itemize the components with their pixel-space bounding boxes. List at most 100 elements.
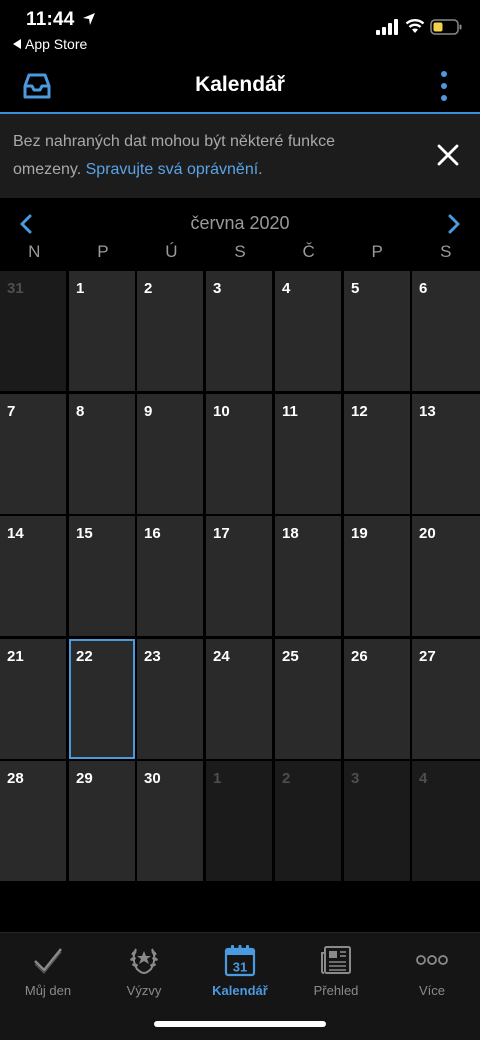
day-number: 1 bbox=[213, 770, 222, 787]
day-number: 4 bbox=[282, 280, 291, 297]
vertical-more-icon[interactable] bbox=[437, 70, 451, 102]
calendar-day-other-month[interactable]: 3 bbox=[344, 761, 410, 881]
manage-permissions-link[interactable]: Spravujte svá oprávnění bbox=[86, 161, 259, 178]
status-time: 11:44 bbox=[26, 9, 75, 30]
calendar-day[interactable]: 27 bbox=[412, 639, 480, 759]
navigation-bar: Kalendář bbox=[0, 58, 480, 112]
banner-message: Bez nahraných dat mohou být některé funk… bbox=[13, 128, 403, 184]
weekday-label: S bbox=[234, 242, 246, 261]
day-number: 24 bbox=[213, 648, 230, 665]
weekday-label: P bbox=[97, 242, 109, 261]
chevron-right-icon[interactable] bbox=[446, 214, 462, 234]
day-number: 16 bbox=[144, 525, 161, 542]
calendar-day-other-month[interactable]: 4 bbox=[412, 761, 480, 881]
day-number: 5 bbox=[351, 280, 360, 297]
day-number: 12 bbox=[351, 403, 368, 420]
location-arrow-icon bbox=[83, 13, 95, 25]
day-number: 6 bbox=[419, 280, 428, 297]
calendar-day[interactable]: 19 bbox=[344, 516, 410, 636]
calendar-day[interactable]: 5 bbox=[344, 271, 410, 391]
day-number: 3 bbox=[351, 770, 360, 787]
calendar-icon-badge: 31 bbox=[233, 960, 247, 975]
weekday-label: Ú bbox=[165, 242, 178, 261]
wifi-icon bbox=[405, 19, 425, 33]
more-dots-icon bbox=[416, 955, 448, 965]
day-number: 11 bbox=[282, 403, 298, 420]
calendar-day-other-month[interactable]: 31 bbox=[0, 271, 66, 391]
tab-more[interactable]: Více bbox=[384, 943, 480, 1003]
calendar-day[interactable]: 24 bbox=[206, 639, 272, 759]
calendar-day[interactable]: 3 bbox=[206, 271, 272, 391]
calendar-day[interactable]: 16 bbox=[137, 516, 203, 636]
day-number: 25 bbox=[282, 648, 299, 665]
calendar-day[interactable]: 8 bbox=[69, 394, 135, 514]
day-number: 7 bbox=[7, 403, 16, 420]
calendar-day[interactable]: 13 bbox=[412, 394, 480, 514]
weekday-label: P bbox=[371, 242, 383, 261]
calendar-day[interactable]: 23 bbox=[137, 639, 203, 759]
calendar-day[interactable]: 20 bbox=[412, 516, 480, 636]
back-to-app-link[interactable]: App Store bbox=[13, 36, 87, 52]
banner-suffix: . bbox=[258, 161, 263, 178]
calendar-day[interactable]: 4 bbox=[275, 271, 341, 391]
calendar-day[interactable]: 29 bbox=[69, 761, 135, 881]
day-number: 2 bbox=[144, 280, 153, 297]
page-title: Kalendář bbox=[195, 73, 285, 96]
calendar-day[interactable]: 10 bbox=[206, 394, 272, 514]
weekday-label: Č bbox=[302, 242, 315, 261]
day-number: 26 bbox=[351, 648, 368, 665]
checkmark-icon bbox=[34, 948, 62, 974]
weekday-label: S bbox=[440, 242, 452, 261]
cellular-signal-icon bbox=[376, 19, 398, 35]
calendar-day[interactable]: 12 bbox=[344, 394, 410, 514]
calendar-day[interactable]: 9 bbox=[137, 394, 203, 514]
day-number: 14 bbox=[7, 525, 24, 542]
day-number: 3 bbox=[213, 280, 222, 297]
laurel-icon bbox=[130, 948, 158, 974]
month-header: června 2020 bbox=[0, 206, 480, 240]
calendar-day[interactable]: 22 bbox=[69, 639, 135, 759]
tab-my-day[interactable]: Můj den bbox=[0, 943, 96, 1003]
calendar-day[interactable]: 1 bbox=[69, 271, 135, 391]
day-number: 4 bbox=[419, 770, 428, 787]
tab-challenges[interactable]: Výzvy bbox=[96, 943, 192, 1003]
calendar-day[interactable]: 7 bbox=[0, 394, 66, 514]
calendar-day[interactable]: 28 bbox=[0, 761, 66, 881]
home-indicator bbox=[154, 1021, 326, 1027]
calendar-icon: 31 bbox=[224, 945, 256, 977]
calendar-day[interactable]: 21 bbox=[0, 639, 66, 759]
calendar-day-other-month[interactable]: 2 bbox=[275, 761, 341, 881]
day-number: 28 bbox=[7, 770, 24, 787]
calendar-day[interactable]: 11 bbox=[275, 394, 341, 514]
day-number: 15 bbox=[76, 525, 93, 542]
tab-label: Přehled bbox=[313, 983, 359, 998]
calendar-day[interactable]: 18 bbox=[275, 516, 341, 636]
calendar-day[interactable]: 30 bbox=[137, 761, 203, 881]
day-number: 30 bbox=[144, 770, 161, 787]
calendar-day[interactable]: 2 bbox=[137, 271, 203, 391]
day-number: 21 bbox=[7, 648, 24, 665]
day-number: 18 bbox=[282, 525, 299, 542]
back-app-label: App Store bbox=[25, 36, 88, 52]
calendar-day[interactable]: 6 bbox=[412, 271, 480, 391]
close-banner-icon[interactable] bbox=[436, 143, 460, 167]
day-number: 29 bbox=[76, 770, 93, 787]
back-triangle-icon bbox=[13, 39, 21, 49]
calendar-day[interactable]: 26 bbox=[344, 639, 410, 759]
tab-label: Výzvy bbox=[126, 983, 162, 998]
month-title: června 2020 bbox=[190, 213, 290, 233]
weekday-label: N bbox=[28, 242, 41, 261]
day-number: 22 bbox=[76, 648, 93, 665]
day-number: 20 bbox=[419, 525, 436, 542]
calendar-day[interactable]: 15 bbox=[69, 516, 135, 636]
calendar-day-other-month[interactable]: 1 bbox=[206, 761, 272, 881]
tab-overview[interactable]: Přehled bbox=[288, 943, 384, 1003]
calendar-day[interactable]: 17 bbox=[206, 516, 272, 636]
calendar-day[interactable]: 25 bbox=[275, 639, 341, 759]
day-number: 9 bbox=[144, 403, 153, 420]
battery-icon bbox=[430, 19, 462, 35]
day-number: 31 bbox=[7, 280, 24, 297]
tab-calendar[interactable]: 31 Kalendář bbox=[192, 943, 288, 1003]
calendar-day[interactable]: 14 bbox=[0, 516, 66, 636]
tab-label: Můj den bbox=[24, 983, 72, 998]
